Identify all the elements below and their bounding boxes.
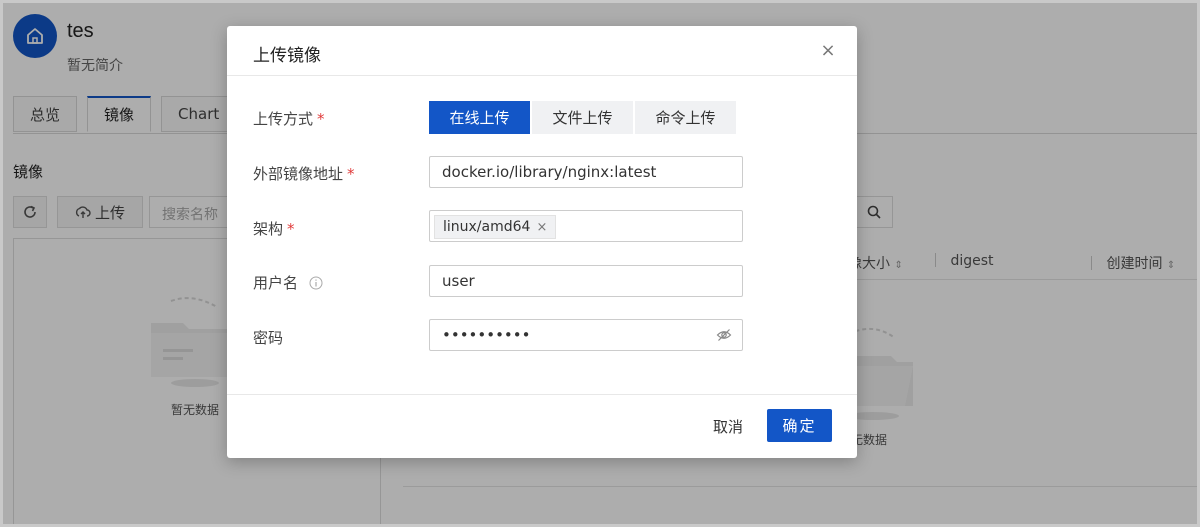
arch-select[interactable]: linux/amd64 ×	[429, 210, 743, 242]
arch-label: 架构 *	[253, 218, 295, 239]
arch-tag-label: linux/amd64	[443, 219, 531, 235]
required-mark: *	[317, 110, 325, 128]
arch-tag: linux/amd64 ×	[434, 215, 557, 239]
password-label: 密码	[253, 329, 284, 347]
image-address-input[interactable]: docker.io/library/nginx:latest	[429, 156, 743, 188]
upload-method-label: 上传方式 *	[253, 108, 325, 129]
eye-hidden-icon[interactable]	[716, 327, 732, 343]
confirm-button[interactable]: 确定	[767, 409, 832, 442]
username-label-text: 用户名	[253, 274, 299, 292]
username-label: 用户名	[253, 272, 323, 293]
image-address-label-text: 外部镜像地址	[253, 165, 344, 183]
info-icon[interactable]	[309, 276, 323, 290]
password-input[interactable]: ••••••••••	[429, 319, 743, 351]
upload-method-file[interactable]: 文件上传	[532, 101, 633, 134]
username-input[interactable]: user	[429, 265, 743, 297]
dialog-footer-divider	[227, 394, 857, 395]
arch-label-text: 架构	[253, 220, 284, 238]
close-icon[interactable]: ×	[817, 40, 839, 62]
tag-remove-icon[interactable]: ×	[536, 220, 547, 235]
cancel-button[interactable]: 取消	[713, 416, 743, 437]
password-value: ••••••••••	[442, 326, 531, 344]
upload-method-command[interactable]: 命令上传	[635, 101, 736, 134]
required-mark: *	[347, 165, 355, 183]
upload-image-dialog: 上传镜像 × 上传方式 * 在线上传 文件上传 命令上传 外部镜像地址 * dock…	[227, 26, 857, 458]
required-mark: *	[287, 220, 295, 238]
upload-method-selector: 在线上传 文件上传 命令上传	[429, 101, 738, 134]
image-address-label: 外部镜像地址 *	[253, 163, 355, 184]
dialog-title: 上传镜像	[253, 46, 321, 66]
upload-method-label-text: 上传方式	[253, 110, 314, 128]
upload-method-online[interactable]: 在线上传	[429, 101, 530, 134]
dialog-header-divider	[227, 75, 857, 76]
